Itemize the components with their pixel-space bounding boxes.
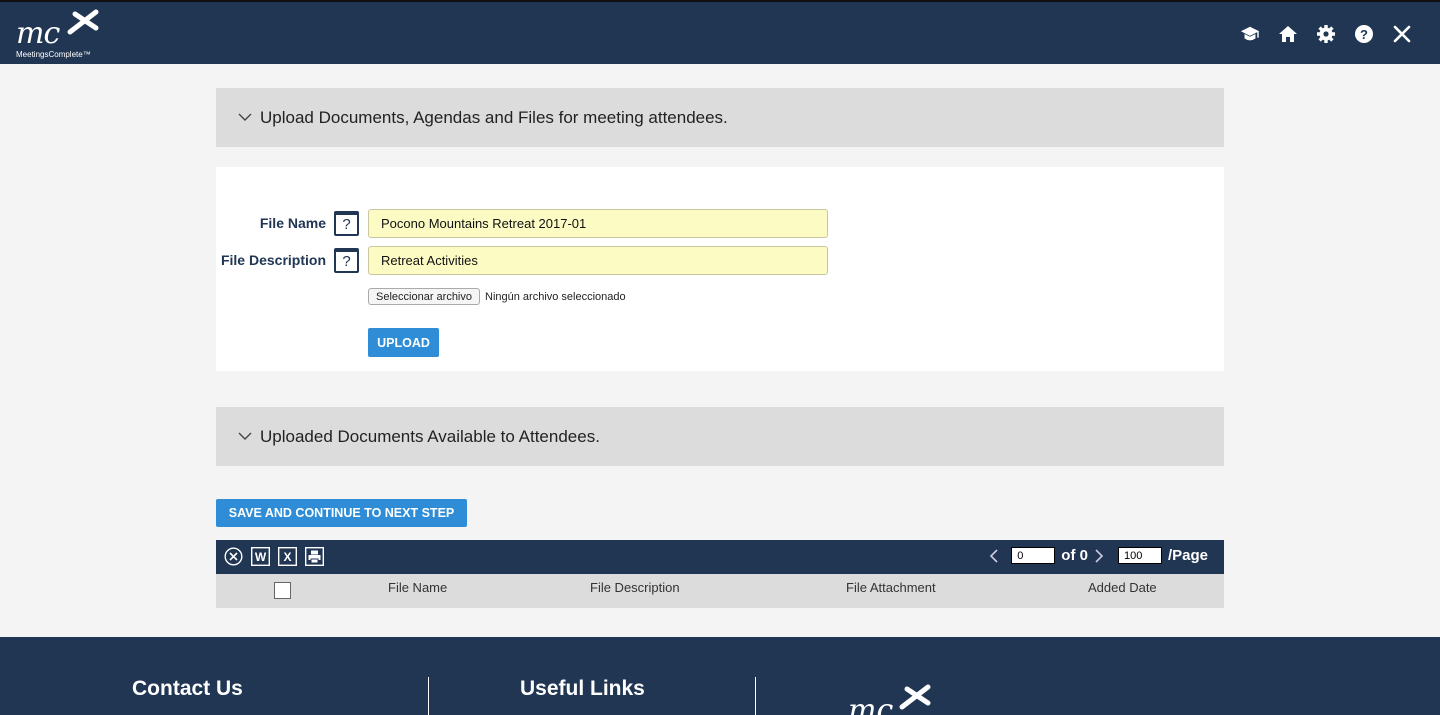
select-all-checkbox[interactable] — [274, 582, 291, 599]
file-chooser: Seleccionar archivo Ningún archivo selec… — [368, 288, 626, 305]
upload-form: File Name ? File Description ? Seleccion… — [216, 167, 1224, 371]
footer-logo-mark: mc — [848, 693, 894, 715]
uploaded-panel-title: Uploaded Documents Available to Attendee… — [260, 426, 600, 446]
top-navigation-bar: mc MeetingsComplete™ ? — [0, 0, 1440, 64]
column-added-date[interactable]: Added Date — [1088, 580, 1157, 595]
contact-us-heading: Contact Us — [132, 677, 243, 700]
svg-text:X: X — [283, 550, 291, 564]
no-file-selected-text: Ningún archivo seleccionado — [485, 290, 626, 303]
page-count-text: of 0 — [1061, 547, 1088, 564]
airplane-icon — [899, 684, 931, 710]
next-page-icon[interactable] — [1094, 548, 1104, 563]
footer-divider — [755, 677, 756, 715]
column-file-description[interactable]: File Description — [590, 580, 680, 595]
grid-column-header: File Name File Description File Attachme… — [216, 574, 1224, 608]
file-description-label: File Description — [220, 252, 326, 268]
upload-button[interactable]: UPLOAD — [368, 328, 439, 357]
file-name-input[interactable] — [368, 208, 828, 238]
export-word-icon[interactable]: W — [251, 547, 270, 566]
page-size-input[interactable] — [1117, 547, 1162, 564]
useful-links-heading: Useful Links — [520, 677, 645, 700]
help-icon[interactable]: ? — [1354, 24, 1374, 44]
save-and-continue-button[interactable]: SAVE AND CONTINUE TO NEXT STEP — [216, 499, 467, 527]
gear-icon[interactable] — [1316, 24, 1336, 44]
chevron-down-icon — [238, 432, 252, 441]
clear-filter-icon[interactable] — [224, 547, 243, 566]
footer: Contact Us Useful Links mc — [0, 637, 1440, 715]
svg-text:?: ? — [1360, 27, 1368, 42]
file-description-help-icon[interactable]: ? — [334, 247, 359, 273]
meetingscomplete-logo[interactable]: mc MeetingsComplete™ — [14, 8, 104, 62]
prev-page-icon[interactable] — [989, 548, 999, 563]
airplane-icon — [67, 9, 99, 35]
grid-toolbar: W X of 0 /Page — [216, 540, 1224, 574]
logo-brand-text: MeetingsComplete™ — [16, 50, 91, 59]
pager: of 0 /Page — [989, 547, 1208, 564]
upload-panel-title: Upload Documents, Agendas and Files for … — [260, 107, 728, 127]
export-excel-icon[interactable]: X — [278, 547, 297, 566]
home-icon[interactable] — [1278, 24, 1298, 44]
file-name-label: File Name — [259, 215, 326, 231]
footer-divider — [428, 677, 429, 715]
close-icon[interactable] — [1392, 24, 1412, 44]
svg-text:W: W — [255, 550, 267, 564]
file-name-help-icon[interactable]: ? — [334, 210, 359, 236]
per-page-text: /Page — [1167, 547, 1208, 564]
chevron-down-icon — [238, 113, 252, 122]
graduation-cap-icon[interactable] — [1240, 24, 1260, 44]
upload-panel-header[interactable]: Upload Documents, Agendas and Files for … — [216, 88, 1224, 147]
uploaded-documents-panel-header[interactable]: Uploaded Documents Available to Attendee… — [216, 407, 1224, 466]
column-file-name[interactable]: File Name — [388, 580, 447, 595]
choose-file-button[interactable]: Seleccionar archivo — [368, 288, 480, 305]
file-description-input[interactable] — [368, 245, 828, 275]
logo-mark: mc — [16, 16, 60, 51]
print-icon[interactable] — [305, 547, 324, 566]
page-number-input[interactable] — [1011, 547, 1056, 564]
column-file-attachment[interactable]: File Attachment — [846, 580, 936, 595]
